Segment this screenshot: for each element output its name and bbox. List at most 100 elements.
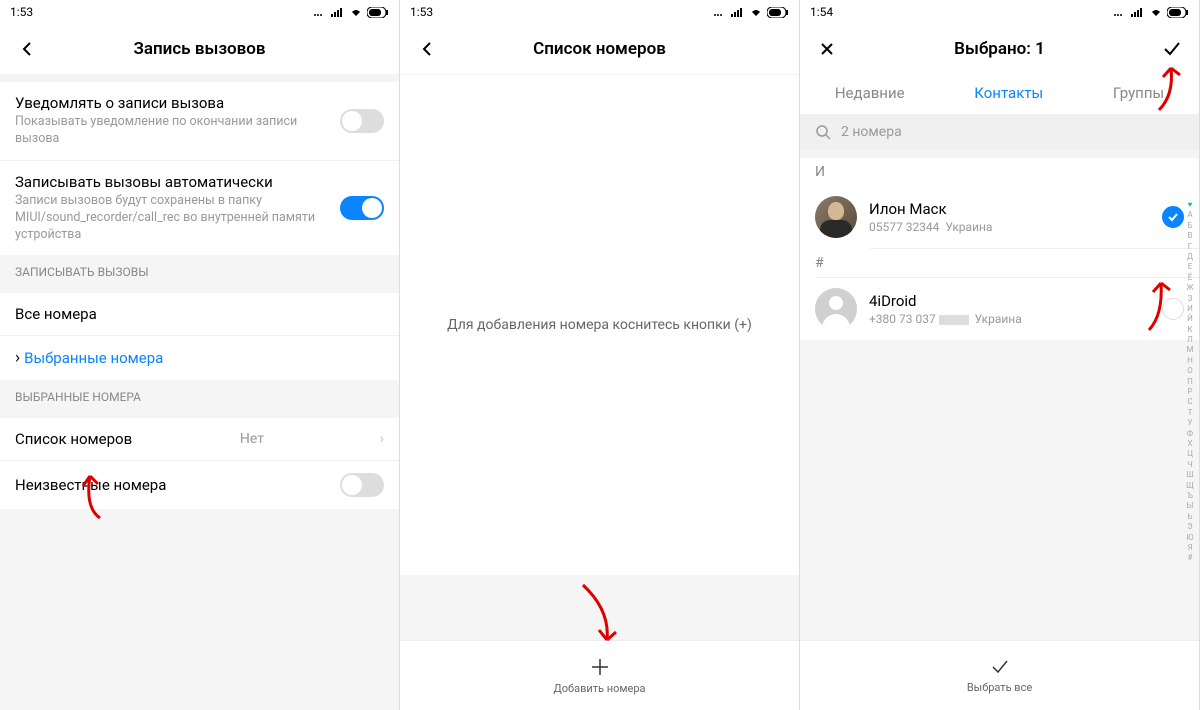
header: Выбрано: 1 [800,24,1199,74]
contact-row-elon[interactable]: Илон Маск 05577 32344 Украина [800,186,1199,248]
contact-info: Илон Маск 05577 32344 Украина [869,200,1150,234]
avatar [815,196,857,238]
index-letter[interactable]: Л [1187,335,1193,345]
status-icons [713,7,789,18]
battery-icon [1167,7,1189,18]
screen-call-recording: 1:53 Запись вызовов Уведомлять о записи … [0,0,400,710]
empty-text: Для добавления номера коснитесь кнопки (… [447,317,752,333]
index-letter[interactable]: И [1187,304,1193,314]
contact-row-4idroid[interactable]: 4iDroid +380 73 037 Украина [800,278,1199,340]
close-button[interactable] [815,37,839,61]
screen-select-contacts: 1:54 Выбрано: 1 Недавние Контакты Группы… [800,0,1200,710]
contact-info: 4iDroid +380 73 037 Украина [869,292,1150,326]
dots-icon [1113,7,1127,17]
battery-icon [767,7,789,18]
index-letter[interactable]: А [1187,210,1192,220]
index-letter[interactable]: М [1187,345,1194,355]
index-letter[interactable]: Ж [1186,283,1193,293]
back-button[interactable] [415,37,439,61]
index-letter[interactable]: Ъ [1187,491,1193,501]
index-letter[interactable]: Я [1187,543,1192,553]
toggle-notify[interactable] [340,109,384,133]
select-checkbox[interactable] [1162,298,1184,320]
confirm-button[interactable] [1160,37,1184,61]
letter-section-hash: # [800,249,1199,277]
letter-section-i: И [800,158,1199,186]
alpha-index[interactable]: ♥АБВГДЕЁЖЗИЙКЛМНОПРСТУФХЦЧШЩЪЫЬЭЮЯ# [1183,200,1197,564]
index-letter[interactable]: Х [1187,439,1192,449]
search-icon [815,124,831,140]
index-letter[interactable]: Д [1187,252,1193,262]
index-letter[interactable]: Э [1187,522,1192,532]
dots-icon [713,7,727,17]
index-letter[interactable]: Т [1188,408,1193,418]
index-letter[interactable]: Щ [1186,481,1194,491]
index-letter[interactable]: Ч [1187,460,1192,470]
status-time: 1:53 [10,5,33,19]
index-letter[interactable]: Н [1187,356,1193,366]
contact-name: Илон Маск [869,200,1150,218]
chevron-right-icon: › [15,348,20,368]
wifi-icon [1149,7,1163,17]
close-icon [819,41,835,57]
tab-groups[interactable]: Группы [1113,84,1164,102]
row-unknown-numbers[interactable]: Неизвестные номера [0,461,399,509]
page-title: Выбрано: 1 [954,39,1045,59]
row-auto-record[interactable]: Записывать вызовы автоматически Записи в… [0,161,399,256]
row-title: Неизвестные номера [15,476,166,494]
plus-icon [589,656,611,678]
search-placeholder: 2 номера [841,124,902,140]
index-letter[interactable]: Е [1188,262,1193,272]
index-letter[interactable]: К [1187,325,1192,335]
bottom-bar-select-all[interactable]: Выбрать все [800,640,1199,710]
status-icons [1113,7,1189,18]
index-letter[interactable]: Ц [1187,449,1193,459]
toggle-auto[interactable] [340,196,384,220]
header: Список номеров [400,24,799,74]
bottom-bar-add[interactable]: Добавить номера [400,640,799,710]
index-letter[interactable]: # [1188,553,1193,563]
index-letter[interactable]: О [1187,366,1193,376]
index-letter[interactable]: Ё [1188,273,1193,283]
check-icon [1167,211,1179,223]
index-letter[interactable]: Ф [1187,429,1193,439]
check-icon [1162,39,1182,59]
row-notify-recording[interactable]: Уведомлять о записи вызова Показывать ув… [0,82,399,161]
tab-contacts[interactable]: Контакты [974,84,1043,102]
index-letter[interactable]: Г [1188,242,1192,252]
back-button[interactable] [15,37,39,61]
tabs: Недавние Контакты Группы [800,74,1199,114]
row-subtitle: Записи вызовов будут сохранены в папку M… [15,193,340,244]
index-letter[interactable]: З [1188,294,1193,304]
row-selected-numbers[interactable]: › Выбранные номера [0,336,399,380]
tab-recent[interactable]: Недавние [835,84,905,102]
row-title: Выбранные номера [24,349,384,367]
index-letter[interactable]: ♥ [1188,200,1193,210]
index-letter[interactable]: Ы [1187,501,1194,511]
toggle-unknown[interactable] [340,473,384,497]
index-letter[interactable]: Б [1187,221,1192,231]
screen-number-list: 1:53 Список номеров Для добавления номер… [400,0,800,710]
signal-icon [731,7,745,17]
index-letter[interactable]: Ш [1186,470,1194,480]
index-letter[interactable]: Ь [1187,512,1192,522]
index-letter[interactable]: Й [1187,314,1193,324]
row-number-list[interactable]: Список номеров Нет › [0,418,399,461]
index-letter[interactable]: Р [1187,387,1192,397]
section-header-selected: ВЫБРАННЫЕ НОМЕРА [0,380,399,410]
index-letter[interactable]: В [1188,231,1193,241]
row-title: Уведомлять о записи вызова [15,94,340,112]
row-title: Список номеров [15,430,132,448]
select-checkbox[interactable] [1162,206,1184,228]
index-letter[interactable]: С [1187,397,1192,407]
index-letter[interactable]: Ю [1186,533,1193,543]
search-bar[interactable]: 2 номера [800,114,1199,150]
row-title: Все номера [15,305,97,323]
status-bar: 1:53 [0,0,399,24]
section-record-calls: Все номера › Выбранные номера [0,293,399,380]
index-letter[interactable]: У [1187,418,1192,428]
index-letter[interactable]: П [1187,377,1193,387]
chevron-right-icon: › [380,431,384,447]
contact-name: 4iDroid [869,292,1150,310]
row-all-numbers[interactable]: Все номера [0,293,399,336]
